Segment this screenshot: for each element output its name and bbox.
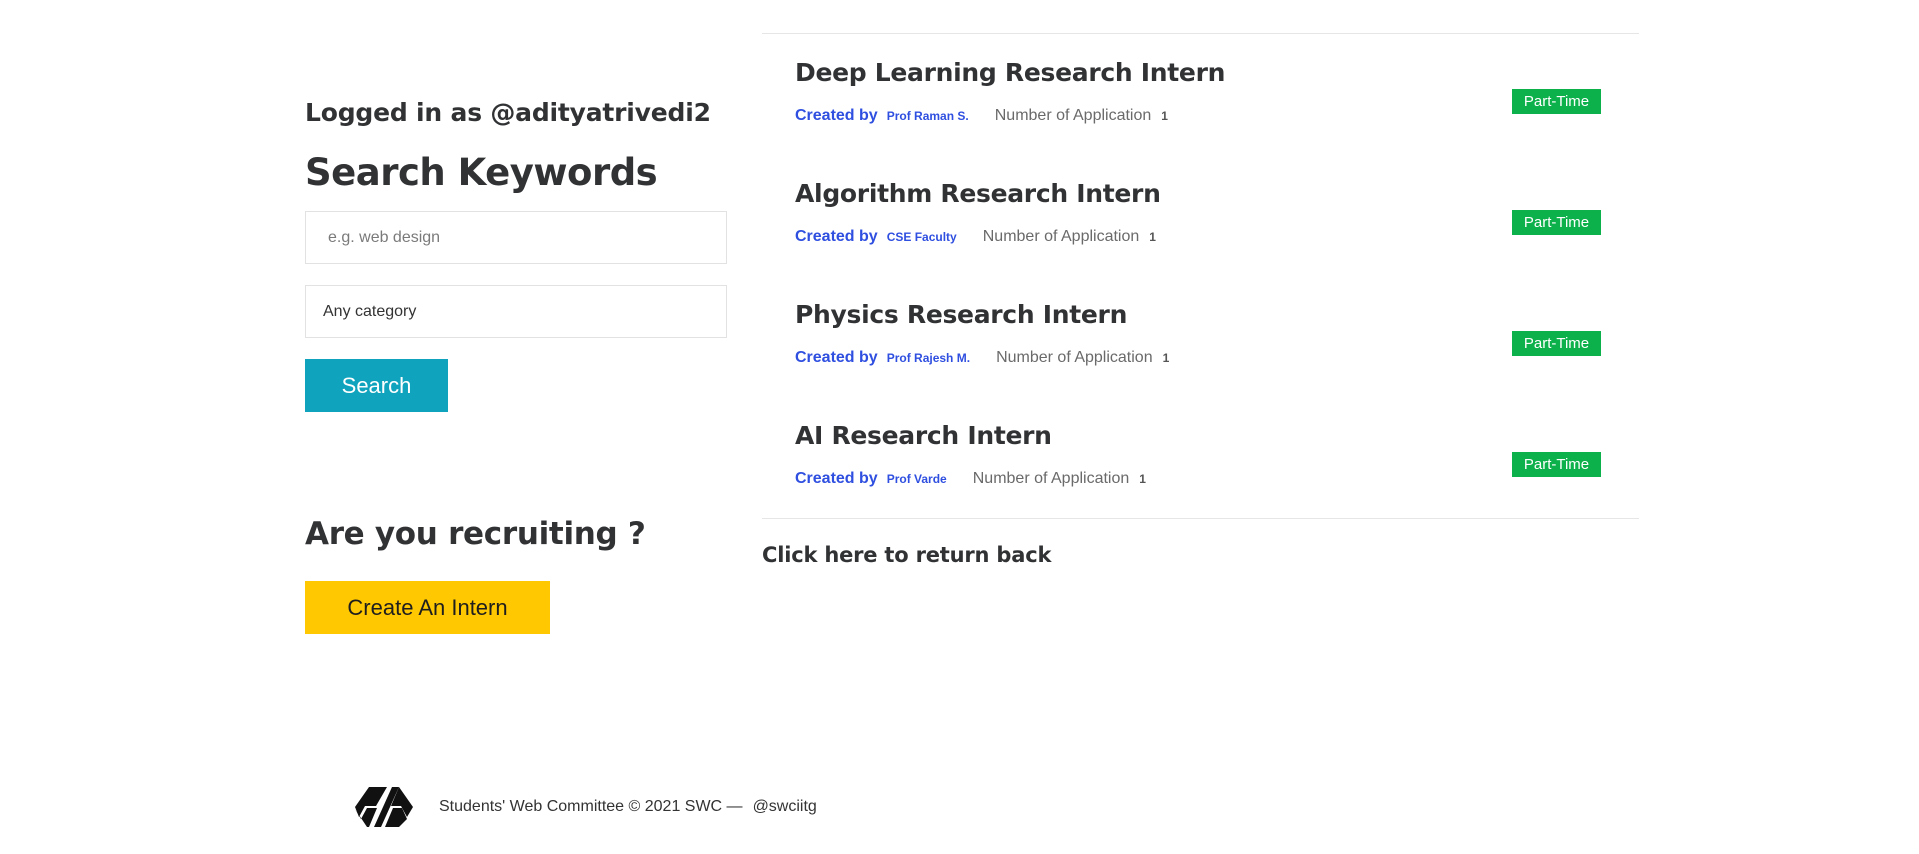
job-listing[interactable]: AI Research Intern Created by Prof Varde… [762, 397, 1639, 518]
applications-count: 1 [1139, 472, 1146, 486]
job-listing[interactable]: Physics Research Intern Created by Prof … [762, 276, 1639, 397]
job-title[interactable]: Deep Learning Research Intern [795, 58, 1225, 87]
job-meta: Created by Prof Raman S. Number of Appli… [795, 107, 1168, 125]
applications-label: Number of Application [994, 107, 1152, 124]
job-type-badge: Part-Time [1512, 89, 1601, 114]
return-back-link[interactable]: Click here to return back [762, 543, 1051, 567]
job-list: Deep Learning Research Intern Created by… [762, 33, 1639, 567]
sidebar: Logged in as @adityatrivedi2 Search Keyw… [305, 98, 727, 634]
recruit-title: Are you recruiting ? [305, 516, 646, 552]
logged-in-text: Logged in as @adityatrivedi2 [305, 98, 711, 127]
page: Logged in as @adityatrivedi2 Search Keyw… [0, 0, 1919, 854]
applications-count: 1 [1161, 109, 1168, 123]
applications-label: Number of Application [982, 228, 1140, 245]
job-title[interactable]: Physics Research Intern [795, 300, 1127, 329]
job-listing[interactable]: Deep Learning Research Intern Created by… [762, 34, 1639, 155]
job-meta: Created by Prof Rajesh M. Number of Appl… [795, 349, 1169, 367]
job-listing[interactable]: Algorithm Research Intern Created by CSE… [762, 155, 1639, 276]
job-type-badge: Part-Time [1512, 210, 1601, 235]
creator-name: Prof Varde [886, 472, 947, 486]
job-title[interactable]: AI Research Intern [795, 421, 1052, 450]
creator-name: Prof Raman S. [886, 109, 969, 123]
category-selected-value: Any category [323, 302, 417, 320]
job-meta: Created by CSE Faculty Number of Applica… [795, 228, 1156, 246]
search-title: Search Keywords [305, 151, 658, 194]
applications-count: 1 [1149, 230, 1156, 244]
creator-name: Prof Rajesh M. [886, 351, 971, 365]
footer: Students' Web Committee © 2021 SWC — @sw… [355, 785, 817, 829]
search-button[interactable]: Search [305, 359, 448, 412]
applications-label: Number of Application [996, 349, 1153, 366]
created-by-label: Created by [795, 107, 878, 124]
created-by-label: Created by [795, 228, 878, 245]
job-title[interactable]: Algorithm Research Intern [795, 179, 1161, 208]
divider-bottom [762, 518, 1639, 519]
job-type-badge: Part-Time [1512, 452, 1601, 477]
applications-label: Number of Application [972, 470, 1130, 487]
job-type-badge: Part-Time [1512, 331, 1601, 356]
category-select[interactable]: Any category [305, 285, 727, 338]
created-by-label: Created by [795, 349, 878, 366]
keyword-field[interactable] [305, 211, 727, 264]
applications-count: 1 [1162, 351, 1170, 365]
swc-logo-icon[interactable] [355, 785, 413, 829]
creator-name: CSE Faculty [886, 230, 957, 244]
keyword-input[interactable] [328, 228, 704, 247]
created-by-label: Created by [795, 470, 878, 487]
job-meta: Created by Prof Varde Number of Applicat… [795, 470, 1146, 488]
footer-handle-link[interactable]: @swciitg [753, 798, 817, 816]
footer-copyright: Students' Web Committee © 2021 SWC — [439, 798, 743, 815]
create-intern-button[interactable]: Create An Intern [305, 581, 550, 634]
